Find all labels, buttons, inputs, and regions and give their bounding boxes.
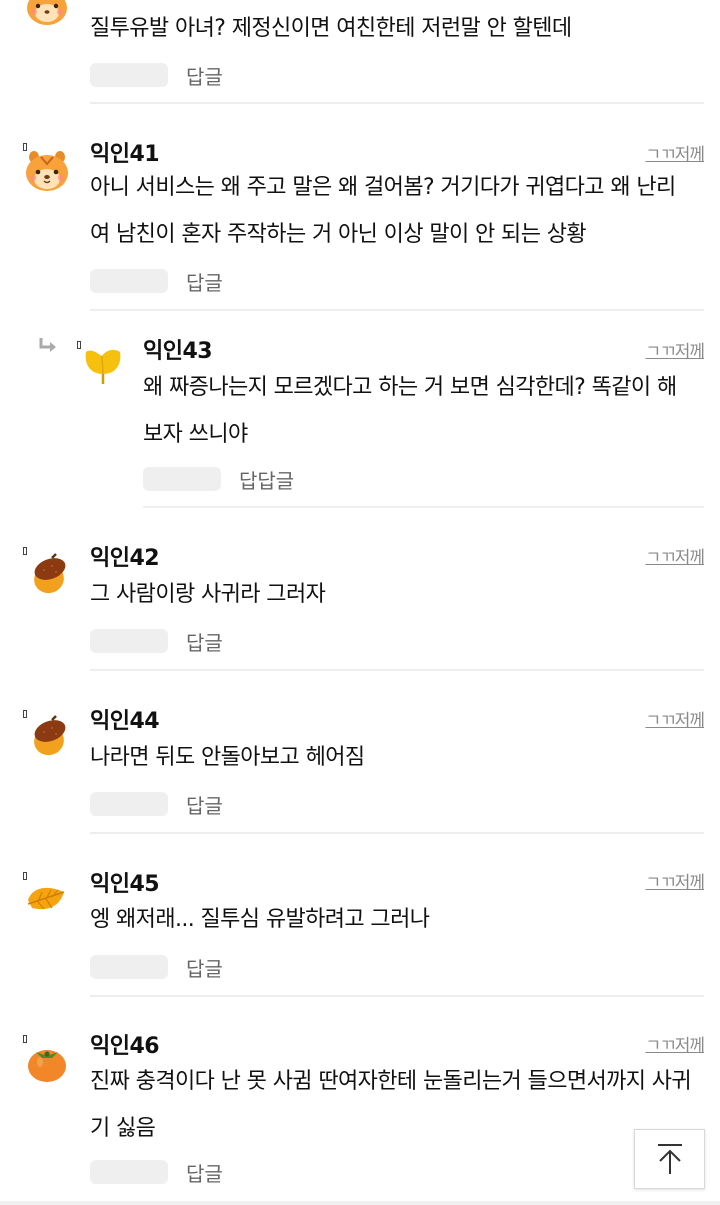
comment-time: ㄱㄲ저께 (645, 1036, 705, 1056)
comment-author[interactable]: 익인42 (90, 540, 160, 572)
reply-button[interactable]: 답글 (186, 61, 223, 90)
like-pill[interactable] (90, 1160, 168, 1184)
persimmon-avatar-icon (24, 1040, 70, 1086)
comment-text: 나라면 뒤도 안돌아보고 헤어짐 (90, 745, 365, 770)
squirrel-avatar-icon (24, 148, 70, 194)
comment-time: ㄱㄲ저께 (645, 711, 705, 731)
divider (90, 832, 704, 834)
comment-text: 왜 짜증나는지 모르겠다고 하는 거 보면 심각한데? 똑같이 해보자 쓰니야 (143, 375, 677, 447)
squirrel-avatar-icon (24, 0, 70, 28)
like-pill[interactable] (90, 63, 168, 87)
comment-time: ㄱㄲ저께 (645, 342, 705, 362)
like-pill[interactable] (90, 792, 168, 816)
acorn-avatar-icon (24, 714, 70, 760)
divider (90, 995, 704, 997)
reply-button[interactable]: 답글 (186, 267, 223, 296)
reply-button[interactable]: 답글 (186, 953, 223, 982)
bottom-border (0, 1201, 720, 1205)
comment-time: ㄱㄲ저께 (645, 873, 705, 893)
comment-text: 엥 왜저래... 질투심 유발하려고 그러나 (90, 907, 430, 932)
like-pill[interactable] (90, 629, 168, 653)
comment-text: 그 사람이랑 사귀라 그러자 (90, 582, 326, 607)
comment-text: 진짜 충격이다 난 못 사귐 딴여자한테 눈돌리는거 들으면서까지 사귀기 싫음 (90, 1069, 692, 1141)
comment-author[interactable]: 익인46 (90, 1028, 160, 1060)
like-pill[interactable] (90, 955, 168, 979)
reply-button[interactable]: 답글 (186, 627, 223, 656)
reply-arrow-icon (39, 338, 56, 352)
reply-button[interactable]: 답답글 (239, 465, 294, 494)
comment-time: ㄱㄲ저께 (645, 145, 705, 165)
comment-author[interactable]: 익인45 (90, 866, 160, 898)
divider (90, 669, 704, 671)
reply-button[interactable]: 답글 (186, 790, 223, 819)
comment-author[interactable]: 익인44 (90, 703, 160, 735)
comment-text: 질투유발 아녀? 제정신이면 여친한테 저런말 안 할텐데 (90, 16, 572, 41)
divider (90, 309, 704, 311)
like-pill[interactable] (143, 467, 221, 491)
comment-time: ㄱㄲ저께 (645, 548, 705, 568)
acorn-avatar-icon (24, 552, 70, 598)
divider (143, 506, 704, 508)
comment-author[interactable]: 익인43 (143, 333, 213, 365)
reply-button[interactable]: 답글 (186, 1158, 223, 1187)
comment-text: 아니 서비스는 왜 주고 말은 왜 걸어봄? 거기다가 귀엽다고 왜 난리여 남… (90, 175, 676, 247)
scroll-to-top-button[interactable] (634, 1129, 705, 1189)
ginkgo-leaf-avatar-icon (80, 344, 126, 390)
divider (90, 102, 704, 104)
scroll-to-top-icon (657, 1144, 682, 1174)
autumn-leaf-avatar-icon (24, 878, 70, 924)
like-pill[interactable] (90, 269, 168, 293)
